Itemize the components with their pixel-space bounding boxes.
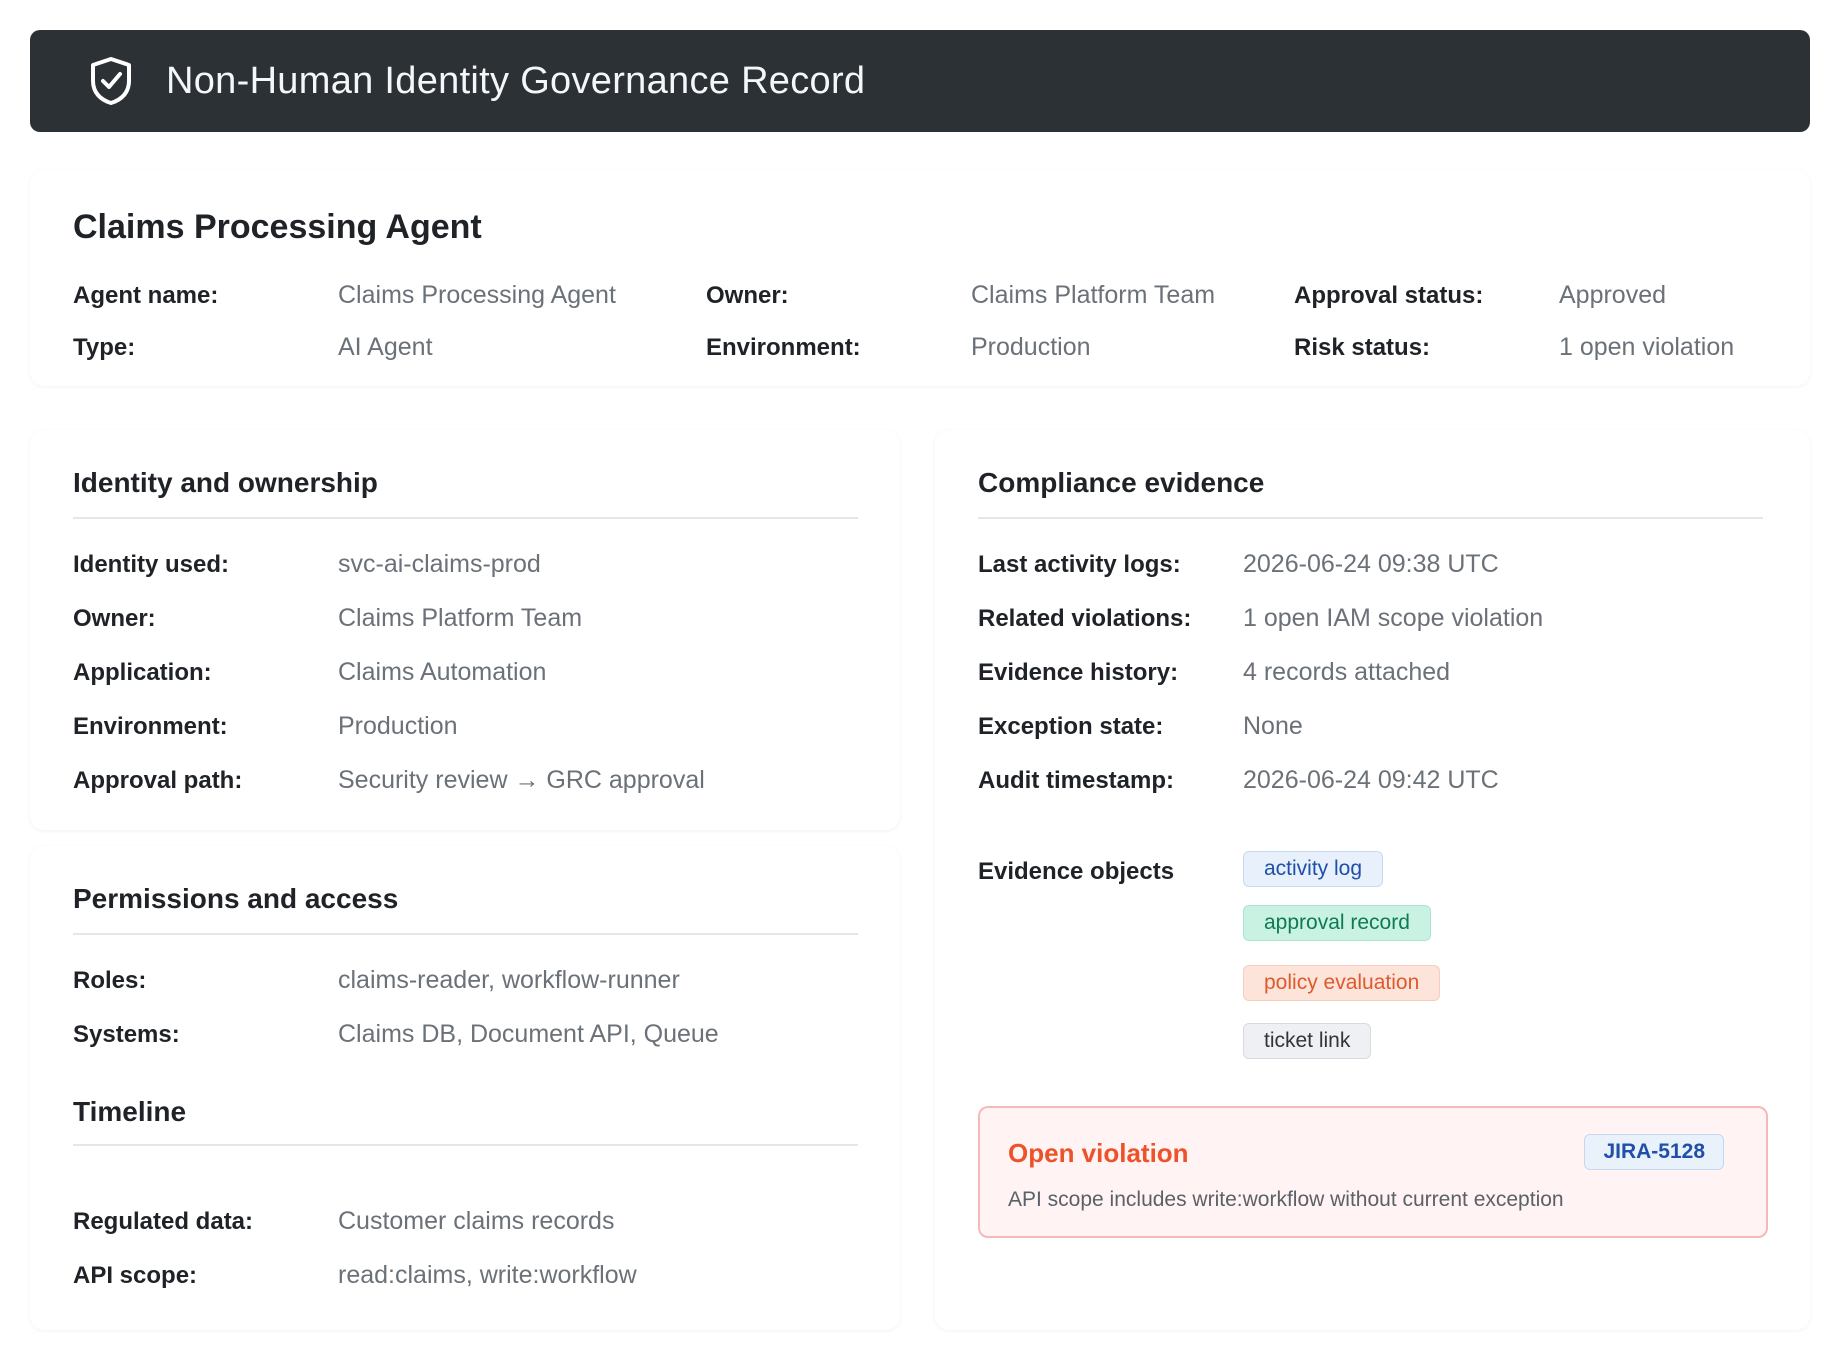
- last-activity-logs-label: Last activity logs:: [978, 551, 1181, 578]
- evidence-history-label: Evidence history:: [978, 659, 1179, 686]
- evidence-chip-activity-log[interactable]: activity log: [1243, 851, 1384, 887]
- risk-status-label: Risk status:: [1294, 334, 1431, 361]
- identity-environment-value: Production: [338, 712, 458, 740]
- exception-state-label: Exception state:: [978, 713, 1164, 740]
- identity-owner-label: Owner:: [73, 605, 156, 632]
- divider: [978, 517, 1763, 519]
- approval-status-label: Approval status:: [1294, 282, 1484, 309]
- roles-value: claims-reader, workflow-runner: [338, 966, 680, 994]
- open-violation-panel: Open violation JIRA-5128 API scope inclu…: [978, 1106, 1768, 1238]
- approval-path-label: Approval path:: [73, 767, 243, 794]
- regulated-data-label: Regulated data:: [73, 1208, 254, 1235]
- roles-label: Roles:: [73, 967, 147, 994]
- summary-card: [30, 170, 1810, 386]
- audit-timestamp-label: Audit timestamp:: [978, 767, 1175, 794]
- agent-name-label: Agent name:: [73, 282, 219, 309]
- identity-environment-label: Environment:: [73, 713, 228, 740]
- shield-check-icon: [91, 57, 131, 105]
- divider: [73, 1144, 858, 1146]
- identity-used-value: svc-ai-claims-prod: [338, 550, 541, 578]
- risk-status-value: 1 open violation: [1559, 333, 1735, 361]
- divider: [73, 517, 858, 519]
- owner-value: Claims Platform Team: [971, 281, 1216, 309]
- systems-label: Systems:: [73, 1021, 180, 1048]
- type-value: AI Agent: [338, 333, 433, 361]
- approval-path-value: Security review → GRC approval: [338, 766, 705, 794]
- permissions-card: [30, 846, 900, 1330]
- application-value: Claims Automation: [338, 658, 547, 686]
- evidence-history-value: 4 records attached: [1243, 658, 1451, 686]
- api-scope-value: read:claims, write:workflow: [338, 1261, 637, 1289]
- related-violations-label: Related violations:: [978, 605, 1192, 632]
- identity-section-title: Identity and ownership: [73, 467, 378, 498]
- identity-used-label: Identity used:: [73, 551, 230, 578]
- environment-label: Environment:: [706, 334, 861, 361]
- owner-label: Owner:: [706, 282, 789, 309]
- evidence-chip-approval-record[interactable]: approval record: [1243, 905, 1431, 941]
- ticket-badge[interactable]: JIRA-5128: [1584, 1134, 1724, 1170]
- violation-title: Open violation: [1008, 1138, 1189, 1168]
- permissions-section-title: Permissions and access: [73, 883, 399, 914]
- agent-title: Claims Processing Agent: [73, 208, 482, 246]
- evidence-objects-label: Evidence objects: [978, 858, 1175, 885]
- evidence-chip-policy-evaluation[interactable]: policy evaluation: [1243, 965, 1441, 1001]
- page-title: Non-Human Identity Governance Record: [166, 59, 866, 102]
- compliance-section-title: Compliance evidence: [978, 467, 1265, 498]
- systems-value: Claims DB, Document API, Queue: [338, 1020, 719, 1048]
- identity-owner-value: Claims Platform Team: [338, 604, 583, 632]
- last-activity-logs-value: 2026-06-24 09:38 UTC: [1243, 550, 1499, 578]
- title-bar: Non-Human Identity Governance Record: [30, 30, 1810, 132]
- evidence-chip-ticket-link[interactable]: ticket link: [1243, 1023, 1372, 1059]
- type-label: Type:: [73, 334, 136, 361]
- application-label: Application:: [73, 659, 212, 686]
- api-scope-label: API scope:: [73, 1262, 198, 1289]
- related-violations-value: 1 open IAM scope violation: [1243, 604, 1544, 632]
- audit-timestamp-value: 2026-06-24 09:42 UTC: [1243, 766, 1499, 794]
- divider: [73, 933, 858, 935]
- regulated-data-value: Customer claims records: [338, 1207, 615, 1235]
- approval-status-value: Approved: [1559, 281, 1667, 309]
- violation-description: API scope includes write:workflow withou…: [1008, 1188, 1564, 1211]
- agent-name-value: Claims Processing Agent: [338, 281, 616, 309]
- environment-value: Production: [971, 333, 1091, 361]
- exception-state-value: None: [1243, 712, 1303, 740]
- timeline-section-title: Timeline: [73, 1096, 187, 1127]
